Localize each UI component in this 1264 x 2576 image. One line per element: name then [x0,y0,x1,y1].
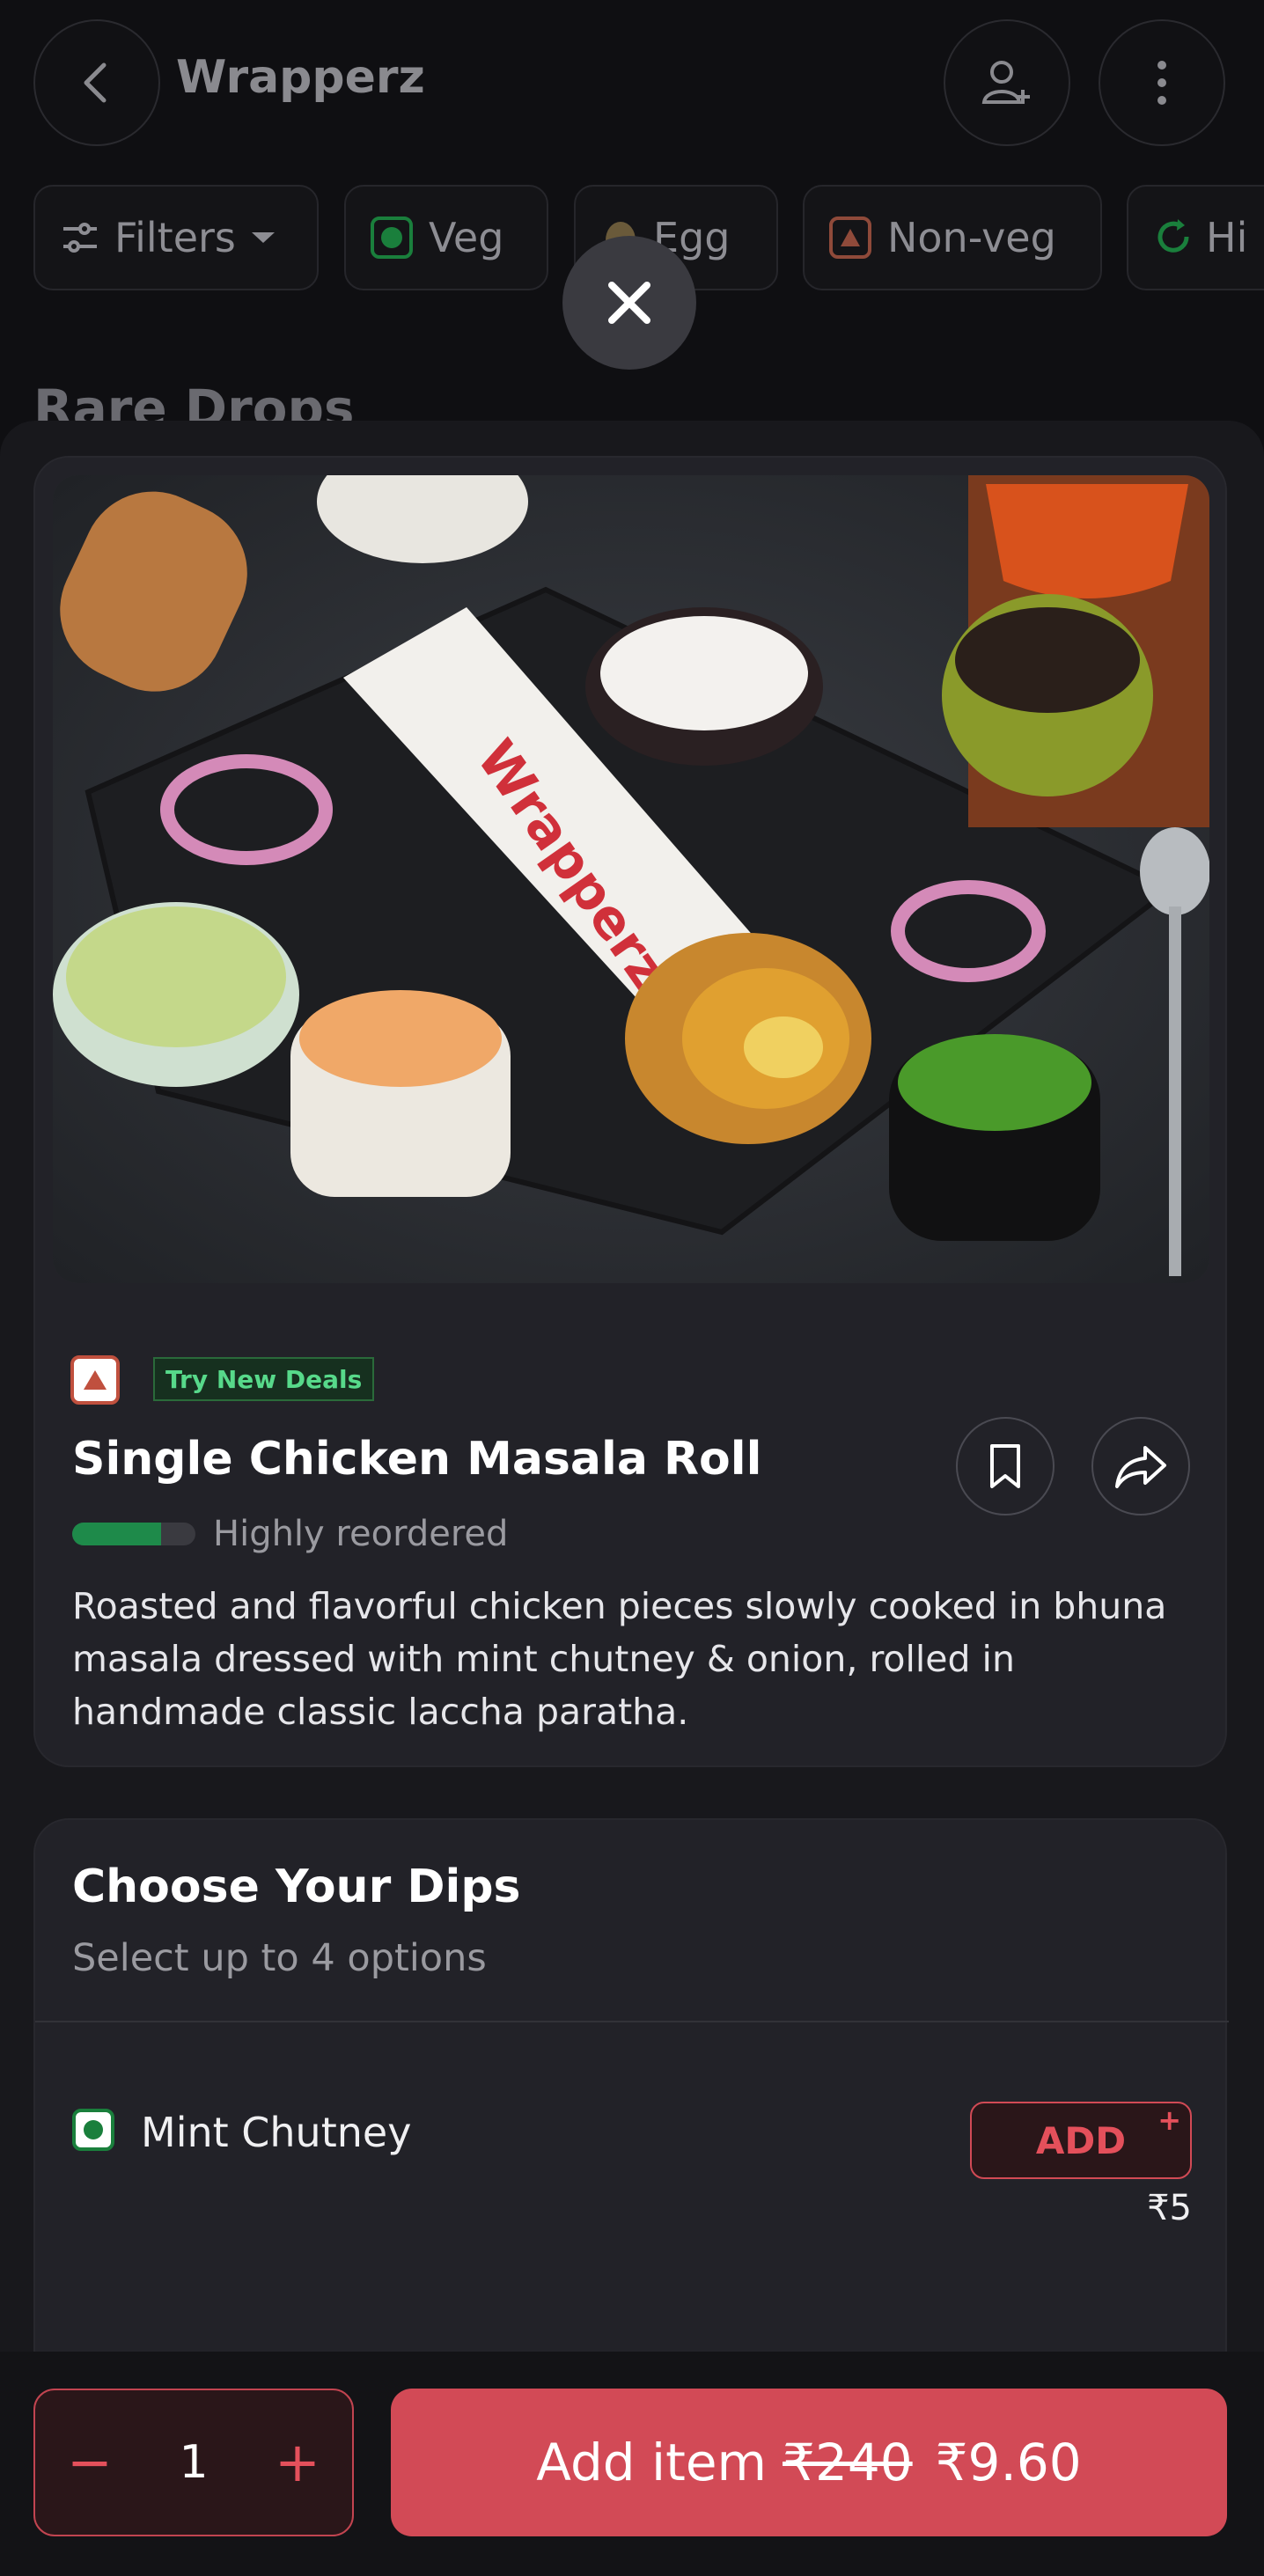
bookmark-icon [990,1444,1020,1488]
decrease-button[interactable]: − [67,2435,113,2490]
sliders-icon [63,223,97,253]
veg-mark-icon [72,2109,114,2151]
nonveg-chip-label: Non-veg [887,214,1056,261]
back-button[interactable] [33,19,160,146]
quantity-value: 1 [179,2436,209,2489]
reorder-meter [72,1523,195,1545]
item-detail-sheet: Wrapperz Try New Deals Single Chicken Ma… [0,421,1264,2576]
deal-badge: Try New Deals [153,1357,375,1401]
veg-chip[interactable]: Veg [344,185,548,290]
divider [35,2021,1229,2022]
restaurant-title: Wrapperz [176,51,425,104]
item-image: Wrapperz [53,475,1209,1283]
bookmark-button[interactable] [956,1417,1055,1516]
add-dip-label: ADD [1035,2118,1127,2162]
filters-chip-label: Filters [114,214,236,261]
nonveg-mark-icon [829,217,871,259]
filters-chip[interactable]: Filters [33,185,319,290]
chevron-left-icon [84,62,107,103]
add-item-label: Add item [536,2433,768,2492]
nonveg-icon [70,1355,120,1405]
page-header: Wrapperz [0,0,1264,167]
reorder-label: Highly reordered [213,1514,509,1554]
item-description: Roasted and flavorful chicken pieces slo… [72,1585,1167,1733]
nonveg-chip[interactable]: Non-veg [803,185,1102,290]
original-price: ₹240 [783,2433,913,2492]
close-button[interactable] [562,236,696,370]
add-person-icon [981,61,1030,104]
add-item-button[interactable]: Add item ₹240 ₹9.60 [391,2389,1227,2536]
bottom-action-bar: − 1 + Add item ₹240 ₹9.60 [0,2352,1264,2576]
dips-title: Choose Your Dips [72,1860,521,1913]
veg-chip-label: Veg [429,214,504,261]
discounted-price: ₹9.60 [935,2433,1082,2492]
more-menu-button[interactable] [1099,19,1225,146]
item-card: Wrapperz Try New Deals Single Chicken Ma… [33,456,1227,1767]
plus-icon: + [1157,2103,1181,2137]
item-title: Single Chicken Masala Roll [72,1433,762,1486]
veg-mark-icon [371,217,413,259]
share-button[interactable] [1091,1417,1190,1516]
highly-reordered-chip[interactable]: Hi [1127,185,1264,290]
share-icon [1115,1446,1166,1488]
close-icon [608,282,650,324]
highly-reordered-chip-label: Hi [1206,214,1248,261]
refresh-icon [1157,219,1189,253]
add-dip-button[interactable]: ADD + [970,2102,1192,2179]
dip-option-name: Mint Chutney [141,2109,412,2156]
increase-button[interactable]: + [275,2435,320,2490]
reorder-meter-fill [72,1523,161,1545]
more-vertical-icon [1157,61,1166,105]
dips-subtitle: Select up to 4 options [72,1936,487,1980]
dip-option-price: ₹5 [1147,2188,1192,2228]
quantity-stepper: − 1 + [33,2389,354,2536]
group-order-button[interactable] [944,19,1070,146]
caret-down-icon [251,232,275,243]
